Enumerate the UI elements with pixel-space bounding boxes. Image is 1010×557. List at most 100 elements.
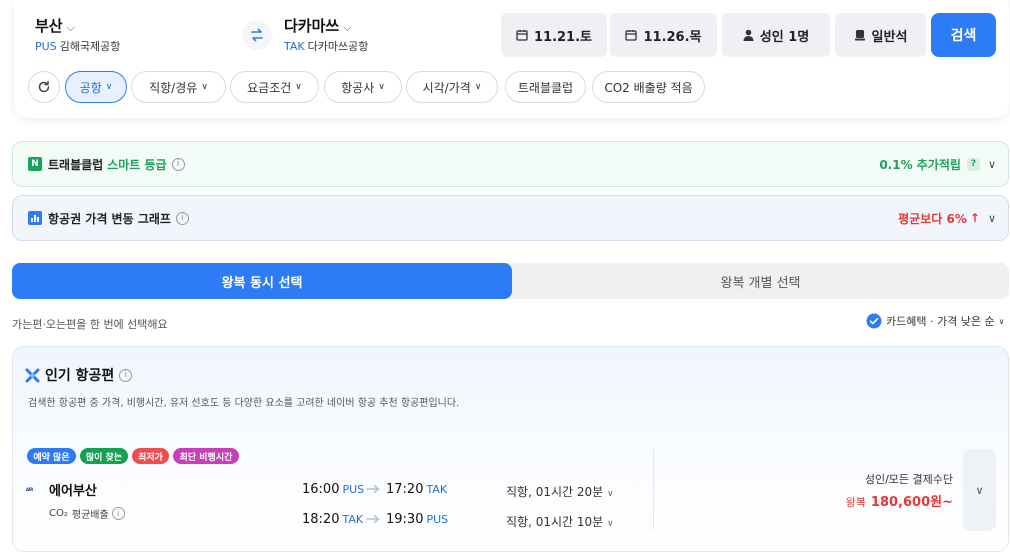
filter-airport[interactable]: 공항 ∨ <box>65 71 127 103</box>
cabin-class-button[interactable]: 일반석 <box>835 13 926 57</box>
sort-selector[interactable]: 카드혜택 · 가격 낮은 순 ∨ <box>866 313 1004 329</box>
calendar-icon <box>625 30 638 41</box>
origin-airport-name: 김해국제공항 <box>59 40 121 53</box>
arr-code: TAK <box>426 483 448 496</box>
popular-description: 검색한 항공편 중 가격, 비행시간, 유저 선호도 등 다양한 요소를 고려한… <box>28 398 460 409</box>
chevron-down-icon: ∨ <box>975 483 984 497</box>
origin-city-selector[interactable]: 부산 ⌵ <box>35 15 75 36</box>
popular-title: 인기 항공편 <box>45 368 115 384</box>
chevron-down-icon: ⌵ <box>66 21 75 34</box>
passengers-button[interactable]: 성인 1명 <box>722 13 830 57</box>
dep-code: TAK <box>342 513 364 526</box>
swap-icon <box>251 28 263 42</box>
badge-shortest-time: 최단 비행시간 <box>173 448 239 464</box>
chevron-down-icon: ∨ <box>607 519 614 529</box>
co2-label: 평균배출 <box>71 510 109 521</box>
dep-time: 16:00 <box>302 482 340 497</box>
travelclub-reward: 0.1% 추가적립 <box>879 157 961 172</box>
chevron-down-icon[interactable]: ∨ <box>988 212 996 225</box>
travelclub-title: 트래블클럽 <box>48 157 104 172</box>
dep-time: 18:20 <box>302 512 340 527</box>
info-icon[interactable]: i <box>175 211 189 225</box>
tab-roundtrip-separate[interactable]: 왕복 개별 선택 <box>512 263 1009 299</box>
reset-filters-button[interactable] <box>28 71 60 103</box>
price-trend: 평균보다 6% <box>898 211 967 226</box>
inbound-info[interactable]: 직항, 01시간 10분 ∨ <box>506 513 614 530</box>
badge-lowest-price: 최저가 <box>132 448 169 464</box>
selection-hint: 가는편·오는편을 한 번에 선택해요 <box>12 318 168 331</box>
cabin-class: 일반석 <box>871 29 908 45</box>
travelclub-bar[interactable]: N 트래블클럽 스마트 등급 i 0.1% 추가적립 ? ∨ <box>12 141 1009 187</box>
filter-label: 직항/경유 <box>149 80 198 95</box>
filter-time-price[interactable]: 시각/가격 ∨ <box>406 71 498 103</box>
arr-time: 17:20 <box>386 482 424 497</box>
person-icon <box>743 29 754 41</box>
filter-airline[interactable]: 항공사 ∨ <box>324 71 402 103</box>
price-row[interactable]: 왕복 180,600원~ <box>836 491 953 510</box>
badge-most-searched: 많이 찾는 <box>80 448 128 464</box>
airplane-icon <box>25 368 40 382</box>
refresh-icon <box>38 80 50 93</box>
expand-flight-button[interactable]: ∨ <box>963 449 996 531</box>
origin-code: PUS <box>35 40 57 53</box>
arrow-up-icon: ↑ <box>969 211 980 225</box>
route-info-text: 직항, 01시간 20분 <box>506 485 604 499</box>
sort-label: 카드혜택 · 가격 낮은 순 <box>886 315 995 328</box>
info-icon[interactable]: i <box>111 507 125 520</box>
popular-header: 인기 항공편 i <box>25 365 133 385</box>
price-graph-bar[interactable]: 항공권 가격 변동 그래프 i 평균보다 6% ↑ ∨ <box>12 195 1009 241</box>
dest-airport-name: 다카마쓰공항 <box>307 40 369 53</box>
divider <box>653 450 654 530</box>
airline-name: 에어부산 <box>49 484 97 499</box>
plane-arrow-icon <box>366 515 380 523</box>
chevron-down-icon[interactable]: ∨ <box>988 158 996 171</box>
filter-direct[interactable]: 직항/경유 ∨ <box>131 71 226 103</box>
chevron-down-icon: ∨ <box>607 489 614 499</box>
filter-label: 트래블클럽 <box>517 80 574 95</box>
swap-route-button[interactable] <box>242 20 272 50</box>
chevron-down-icon: ∨ <box>998 316 1005 326</box>
route-info-text: 직항, 01시간 10분 <box>506 515 604 529</box>
chevron-down-icon: ∨ <box>474 82 482 92</box>
chevron-down-icon: ∨ <box>378 82 385 92</box>
search-button[interactable]: 검색 <box>931 13 996 57</box>
price-value: 180,600원~ <box>870 495 953 510</box>
chevron-down-icon: ∨ <box>201 82 208 92</box>
arr-time: 19:30 <box>386 512 424 527</box>
dest-city-selector[interactable]: 다카마쓰 ⌵ <box>284 15 352 36</box>
return-date-button[interactable]: 11.26.목 <box>610 13 717 57</box>
filter-label: 시각/가격 <box>422 80 471 95</box>
chart-icon <box>28 211 42 225</box>
filter-label: CO2 배출량 적음 <box>604 80 693 95</box>
outbound-info[interactable]: 직항, 01시간 20분 ∨ <box>506 483 614 500</box>
dep-code: PUS <box>342 483 365 496</box>
filter-label: 항공사 <box>341 80 375 95</box>
outbound-departure: 16:00 PUS <box>302 482 364 497</box>
filter-label: 공항 <box>79 80 102 95</box>
filter-travelclub[interactable]: 트래블클럽 <box>505 71 586 103</box>
calendar-icon <box>516 30 528 41</box>
travelclub-grade: 스마트 등급 <box>107 157 167 172</box>
tab-roundtrip-together[interactable]: 왕복 동시 선택 <box>12 263 512 299</box>
arr-code: PUS <box>426 513 449 526</box>
dest-city[interactable]: 다카마쓰 <box>284 17 339 35</box>
origin-city[interactable]: 부산 <box>35 17 63 35</box>
origin-airport: PUS 김해국제공항 <box>35 38 120 54</box>
help-icon[interactable]: ? <box>966 157 980 171</box>
price-note: 성인/모든 결제수단 <box>864 473 953 486</box>
price-graph-title: 항공권 가격 변동 그래프 <box>48 211 171 226</box>
info-icon[interactable]: i <box>171 157 185 171</box>
depart-date-button[interactable]: 11.21.토 <box>501 13 607 57</box>
plane-arrow-icon <box>366 485 380 493</box>
info-icon[interactable]: i <box>119 368 133 382</box>
filter-fare[interactable]: 요금조건 ∨ <box>230 71 319 103</box>
check-circle-icon[interactable] <box>866 313 882 329</box>
badge-most-booked: 예약 많은 <box>27 448 76 464</box>
co2-prefix: CO₂ <box>49 508 68 519</box>
passengers: 성인 1명 <box>759 29 810 45</box>
dest-airport: TAK 다카마쓰공항 <box>284 38 368 54</box>
filter-co2[interactable]: CO2 배출량 적음 <box>592 71 705 103</box>
price-prefix: 왕복 <box>845 496 866 509</box>
chevron-down-icon: ⌵ <box>343 21 352 34</box>
chevron-down-icon: ∨ <box>105 82 113 92</box>
